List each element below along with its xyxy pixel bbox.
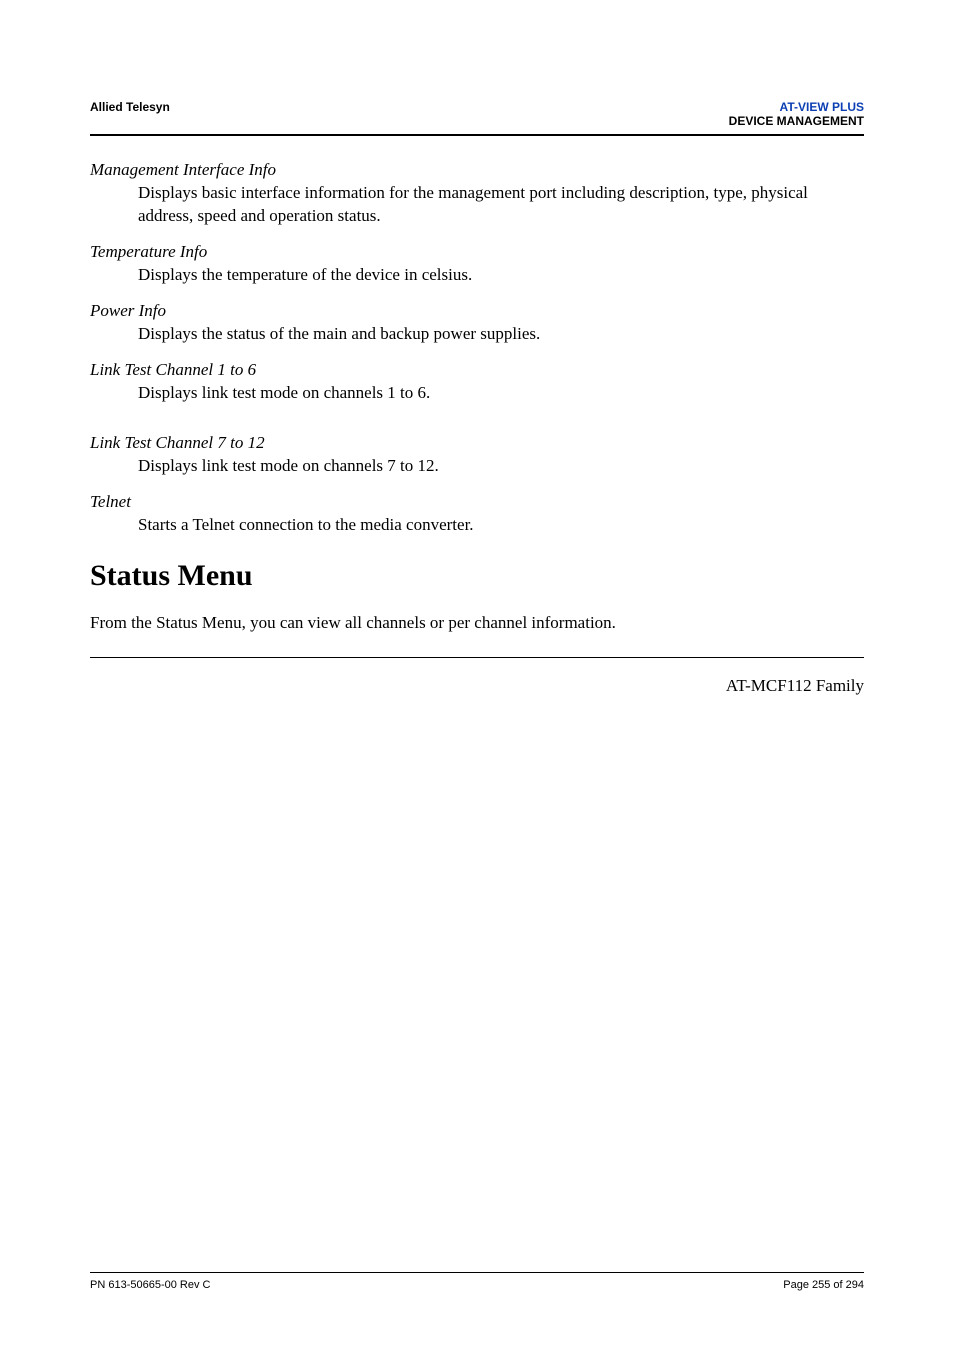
section-body-telnet: Starts a Telnet connection to the media …: [138, 514, 864, 537]
family-label: AT-MCF112 Family: [90, 676, 864, 696]
header-product: AT-VIEW PLUS: [780, 100, 864, 114]
header-right: AT-VIEW PLUS DEVICE MANAGEMENT: [729, 100, 864, 128]
heading-status-menu: Status Menu: [90, 559, 864, 593]
section-body-link-test-1-6: Displays link test mode on channels 1 to…: [138, 382, 864, 405]
header-left: Allied Telesyn: [90, 100, 170, 128]
section-title-power: Power Info: [90, 301, 864, 321]
page-footer: PN 613-50665-00 Rev C Page 255 of 294: [90, 1272, 864, 1291]
section-title-link-test-1-6: Link Test Channel 1 to 6: [90, 360, 864, 380]
section-title-mgmt-interface: Management Interface Info: [90, 160, 864, 180]
section-title-link-test-7-12: Link Test Channel 7 to 12: [90, 433, 864, 453]
status-menu-intro: From the Status Menu, you can view all c…: [90, 613, 864, 633]
section-title-telnet: Telnet: [90, 492, 864, 512]
section-body-link-test-7-12: Displays link test mode on channels 7 to…: [138, 455, 864, 478]
section-body-power: Displays the status of the main and back…: [138, 323, 864, 346]
section-body-temperature: Displays the temperature of the device i…: [138, 264, 864, 287]
footer-right: Page 255 of 294: [783, 1279, 864, 1291]
section-body-mgmt-interface: Displays basic interface information for…: [138, 182, 864, 228]
header-section: DEVICE MANAGEMENT: [729, 114, 864, 128]
section-title-temperature: Temperature Info: [90, 242, 864, 262]
page-header: Allied Telesyn AT-VIEW PLUS DEVICE MANAG…: [90, 100, 864, 136]
footer-left: PN 613-50665-00 Rev C: [90, 1279, 210, 1291]
horizontal-rule: [90, 657, 864, 658]
